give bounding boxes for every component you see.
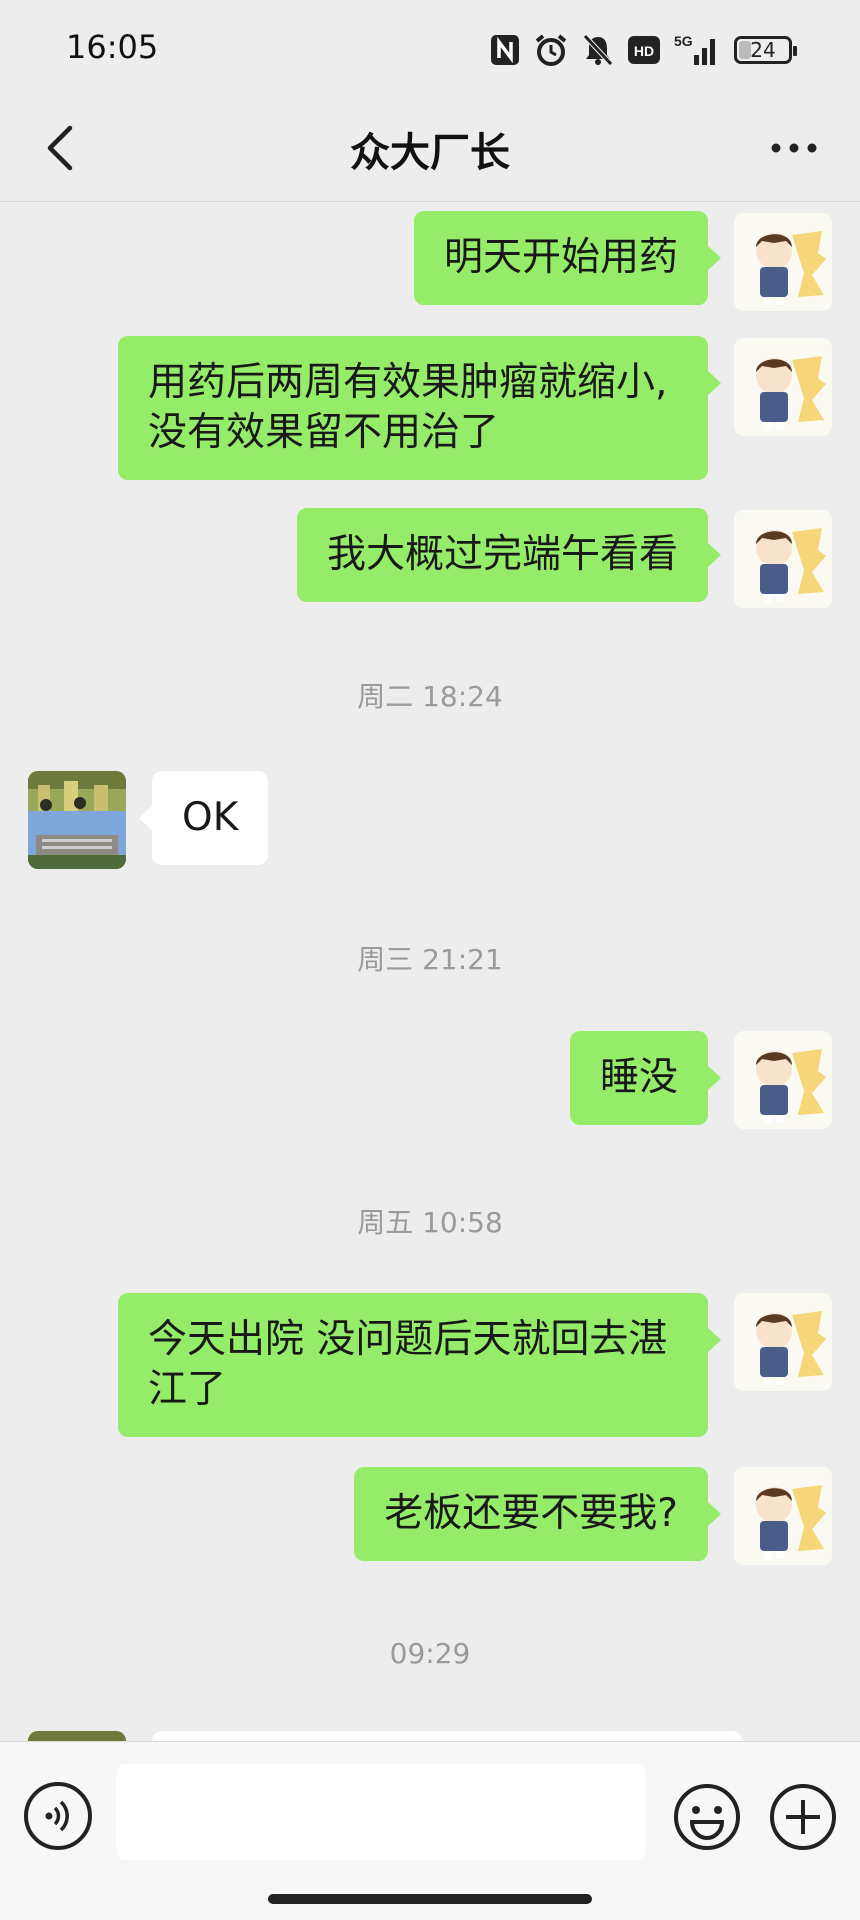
outgoing-message-bubble[interactable]: 明天开始用药 [413,211,722,305]
5g-signal-icon: 5G [674,30,720,70]
chat-header: 众大厂长 [0,100,860,202]
my-avatar[interactable] [734,510,832,608]
outgoing-message-bubble[interactable]: 我大概过完端午看看 [296,508,722,602]
more-dots-icon [771,143,817,153]
my-avatar[interactable] [734,1031,832,1129]
timestamp-divider: 周三 21:21 [357,943,503,976]
my-avatar[interactable] [734,1467,832,1565]
message-row-partial [0,1731,860,1741]
message-row: 睡没 [0,1031,860,1131]
alarm-icon [534,30,568,70]
message-row: 今天出院 没问题后天就回去湛江了 [0,1293,860,1439]
message-row: 老板还要不要我? [0,1467,860,1567]
svg-text:5G: 5G [674,33,693,49]
message-input-bar [0,1741,860,1920]
plus-circle-icon [770,1784,836,1850]
contact-avatar[interactable] [28,771,126,869]
mute-icon [582,30,614,70]
outgoing-message-bubble[interactable]: 今天出院 没问题后天就回去湛江了 [118,1293,721,1437]
my-avatar[interactable] [734,1293,832,1391]
my-avatar[interactable] [734,338,832,436]
message-text-input[interactable] [116,1764,646,1860]
message-row: 用药后两周有效果肿瘤就缩小,没有效果留不用治了 [0,333,860,480]
svg-text:HD: HD [634,43,654,59]
battery-level: 24 [750,38,776,62]
message-row: 我大概过完端午看看 [0,505,860,608]
emoji-icon [674,1784,740,1850]
outgoing-message-bubble[interactable]: 老板还要不要我? [354,1467,721,1561]
nfc-icon [490,30,520,70]
status-bar: 16:05 HD 5G 24 [0,0,860,100]
message-row: OK [0,768,860,869]
incoming-message-bubble[interactable]: OK [138,771,269,865]
hd-icon: HD [628,30,660,70]
more-button[interactable] [764,118,824,178]
status-icons: HD 5G 24 [490,30,797,70]
timestamp-divider: 09:29 [389,1637,471,1670]
chat-title: 众大厂长 [350,130,510,176]
timestamp-divider: 周五 10:58 [357,1206,503,1239]
status-time: 16:05 [66,28,159,66]
battery-icon: 24 [734,36,797,64]
home-indicator[interactable] [268,1894,592,1904]
outgoing-message-bubble[interactable]: 用药后两周有效果肿瘤就缩小,没有效果留不用治了 [118,336,721,480]
more-actions-button[interactable] [768,1782,838,1852]
message-row: 明天开始用药 [0,208,860,311]
voice-input-icon [45,1800,69,1832]
incoming-message-bubble-partial[interactable] [152,1731,742,1741]
my-avatar[interactable] [734,213,832,311]
emoji-button[interactable] [672,1782,742,1852]
outgoing-message-bubble[interactable]: 睡没 [569,1031,722,1125]
contact-avatar[interactable] [28,1731,126,1741]
chat-message-list[interactable]: 明天开始用药 用药后两周有效果肿瘤就缩小,没有效果留不用治了 我大概过完端午看看… [0,203,860,1741]
voice-input-button[interactable] [24,1782,92,1850]
timestamp-divider: 周二 18:24 [357,680,503,713]
